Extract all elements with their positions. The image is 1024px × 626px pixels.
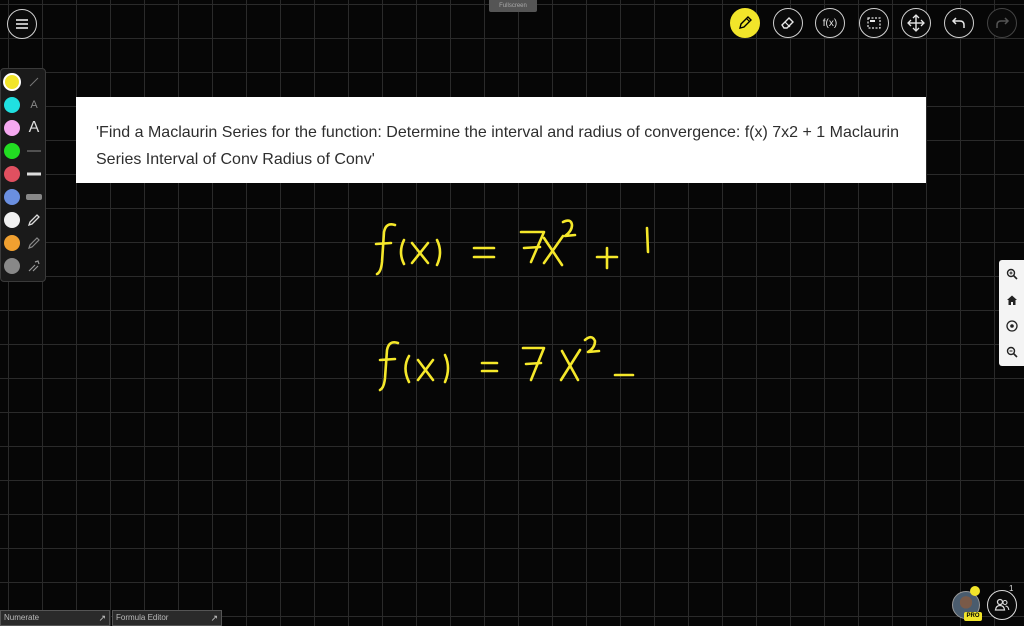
numerate-panel-tab[interactable]: Numerate ↗ — [0, 610, 110, 626]
participants-icon — [994, 598, 1010, 611]
target-icon — [1005, 319, 1018, 332]
participant-count: 1 — [1009, 584, 1014, 593]
zoom-out-button[interactable] — [1003, 343, 1020, 360]
home-button[interactable] — [1003, 291, 1020, 308]
recenter-button[interactable] — [1003, 317, 1020, 334]
formula-editor-panel-tab[interactable]: Formula Editor ↗ — [112, 610, 222, 626]
zoom-out-icon — [1006, 346, 1018, 358]
participants-button[interactable] — [987, 590, 1017, 620]
zoom-in-button[interactable] — [1003, 265, 1020, 282]
formula-editor-label: Formula Editor — [116, 613, 169, 622]
zoom-panel — [999, 260, 1024, 366]
zoom-in-icon — [1006, 268, 1018, 280]
pro-badge: PRO — [964, 612, 982, 621]
handwriting-line-2 — [378, 335, 635, 392]
handwritten-math — [374, 219, 650, 392]
handwriting-line-1 — [374, 219, 650, 276]
numerate-label: Numerate — [4, 613, 40, 622]
expand-icon[interactable]: ↗ — [98, 611, 106, 625]
status-indicator — [970, 586, 980, 596]
home-icon — [1006, 295, 1017, 305]
expand-icon[interactable]: ↗ — [210, 611, 218, 625]
